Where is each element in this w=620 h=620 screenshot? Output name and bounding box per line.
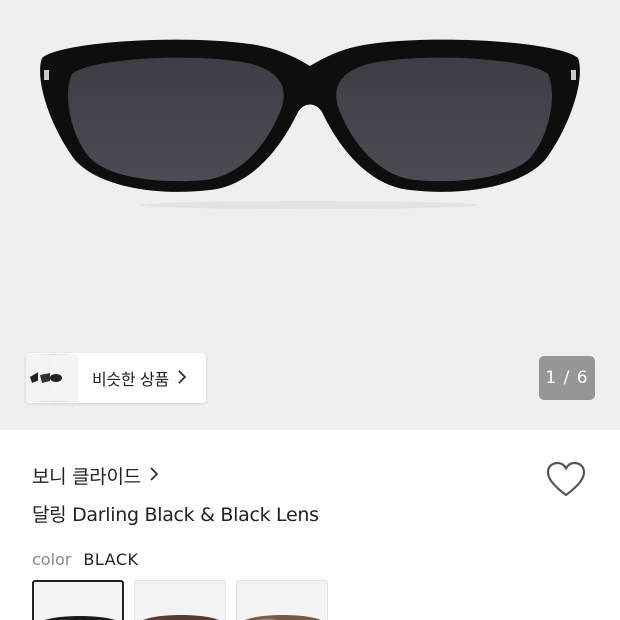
color-value: BLACK (83, 550, 139, 569)
color-label: color (32, 550, 72, 569)
color-info: color BLACK (32, 550, 139, 569)
swatch-tortoise[interactable] (236, 580, 328, 620)
similar-thumbnails (26, 353, 78, 403)
similar-products-button[interactable]: 비슷한 상품 (26, 353, 206, 403)
swatch-black[interactable] (32, 580, 124, 620)
brand-name: 보니 클라이드 (32, 466, 141, 488)
similar-products-label: 비슷한 상품 (92, 370, 169, 389)
chevron-right-icon (177, 369, 187, 388)
product-image-area[interactable]: 비슷한 상품 1 / 6 (0, 0, 620, 430)
swatch-brown[interactable] (134, 580, 226, 620)
brand-link[interactable]: 보니 클라이드 (32, 462, 159, 489)
thumbnail (50, 355, 78, 401)
image-counter: 1 / 6 (539, 356, 595, 400)
product-title: 달링 Darling Black & Black Lens (32, 504, 319, 526)
wishlist-heart-icon[interactable] (546, 461, 586, 499)
color-swatches (32, 580, 328, 620)
chevron-right-icon (149, 466, 159, 485)
